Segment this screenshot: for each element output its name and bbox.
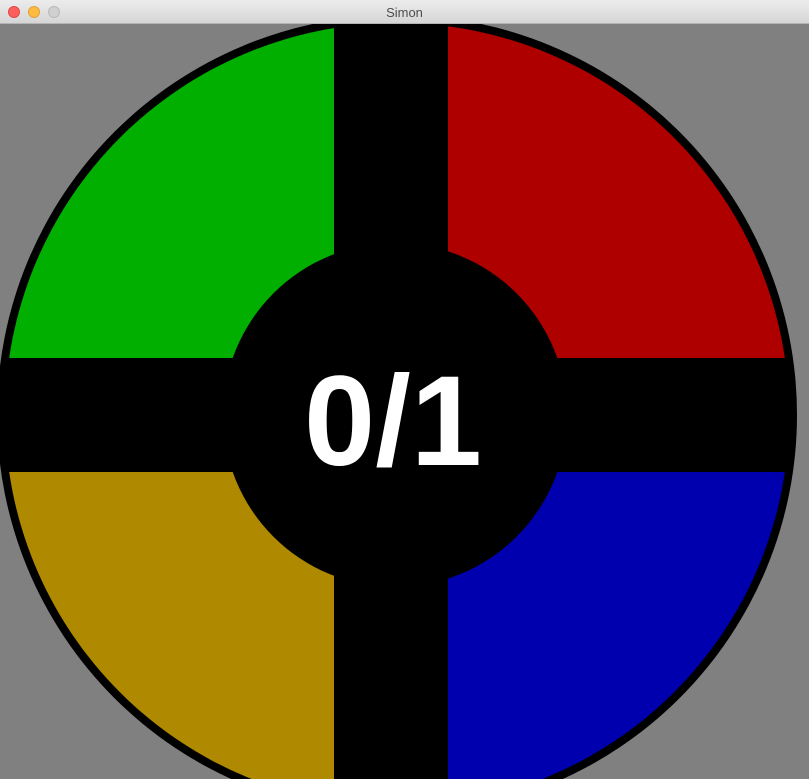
app-window: Simon 0/1 [0,0,809,779]
window-title: Simon [386,5,423,20]
score-display: 0/1 [304,350,482,493]
title-bar: Simon [0,0,809,24]
simon-board: 0/1 [0,24,797,779]
